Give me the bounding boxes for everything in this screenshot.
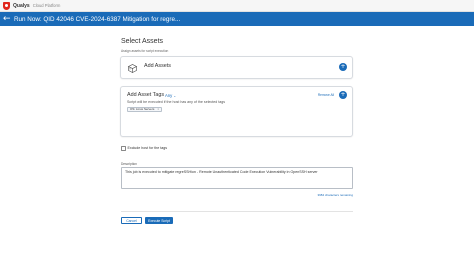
tag-match-dropdown[interactable]: Any⌄: [165, 93, 176, 98]
title-bar: ← Run Now: QID 42046 CVE-2024-6387 Mitig…: [0, 12, 474, 26]
tags-description: Script will be executed if the host has …: [127, 100, 226, 104]
close-icon[interactable]: ×: [157, 107, 159, 112]
char-remaining: 3984 characters remaining: [317, 193, 353, 197]
exclude-host-label: Exclude host for the tags: [127, 146, 168, 151]
execute-script-button[interactable]: Execute Script: [145, 217, 173, 224]
add-assets-plus-button[interactable]: +: [339, 63, 347, 71]
add-asset-tags-card: Add Asset Tags Any⌄ Remove All + Script …: [120, 86, 353, 137]
brand-subtitle: Cloud Platform: [32, 3, 61, 8]
add-assets-title: Add Assets: [144, 63, 171, 69]
cancel-button[interactable]: Cancel: [121, 217, 142, 224]
chevron-down-icon: ⌄: [173, 94, 177, 98]
job-title: Run Now: QID 42046 CVE-2024-6387 Mitigat…: [14, 15, 181, 23]
tag-chip: OS: Linux Servers ×: [127, 107, 163, 112]
qualys-shield-icon: [3, 1, 10, 10]
box-icon: [127, 64, 138, 73]
description-label: Description: [121, 162, 137, 166]
exclude-host-checkbox[interactable]: [121, 146, 126, 151]
add-tag-plus-button[interactable]: +: [339, 91, 347, 99]
page-title: Select Assets: [121, 38, 164, 45]
add-asset-tags-title: Add Asset Tags: [127, 92, 165, 98]
remove-all-link[interactable]: Remove All: [318, 93, 334, 97]
page-subtitle: Assign assets for script execution: [121, 49, 169, 53]
top-bar: Qualys Cloud Platform: [0, 0, 474, 12]
exclude-host-row: Exclude host for the tags: [121, 146, 167, 151]
tag-chip-label: OS: Linux Servers: [130, 107, 155, 112]
back-arrow-icon[interactable]: ←: [3, 12, 11, 26]
add-assets-card[interactable]: Add Assets +: [120, 56, 353, 79]
tag-match-value: Any: [165, 93, 173, 98]
description-textarea[interactable]: This job is executed to mitigate regreSS…: [121, 167, 353, 189]
divider: [121, 211, 353, 212]
brand-name: Qualys: [13, 2, 30, 9]
